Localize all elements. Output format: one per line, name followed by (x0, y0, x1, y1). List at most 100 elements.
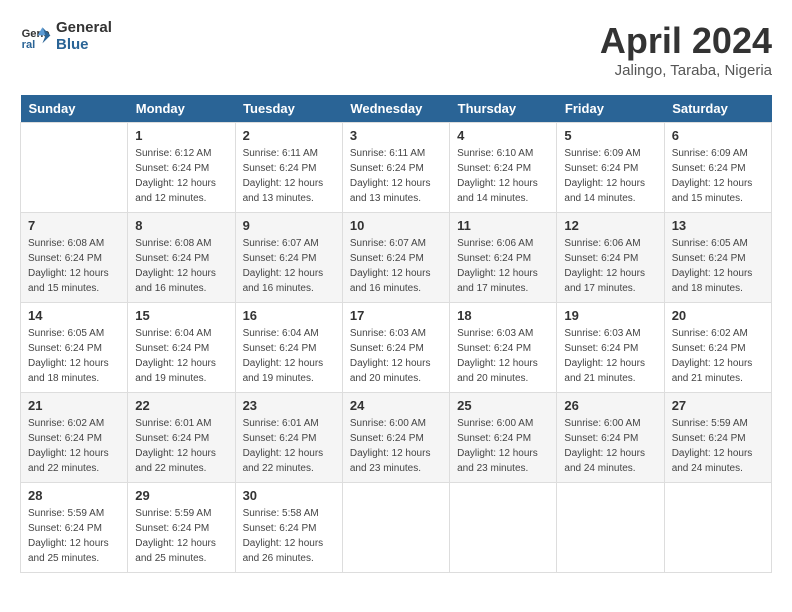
day-number: 15 (135, 308, 227, 323)
calendar-day-cell (450, 483, 557, 573)
calendar-day-cell: 20 Sunrise: 6:02 AMSunset: 6:24 PMDayligh… (664, 303, 771, 393)
day-info: Sunrise: 6:08 AMSunset: 6:24 PMDaylight:… (135, 236, 227, 296)
day-number: 20 (672, 308, 764, 323)
calendar-day-cell: 4 Sunrise: 6:10 AMSunset: 6:24 PMDaylight… (450, 123, 557, 213)
calendar-day-cell: 10 Sunrise: 6:07 AMSunset: 6:24 PMDayligh… (342, 213, 449, 303)
calendar-week-row: 21Sunrise: 6:02 AMSunset: 6:24 PMDayligh… (21, 393, 772, 483)
calendar-day-cell: 8 Sunrise: 6:08 AMSunset: 6:24 PMDaylight… (128, 213, 235, 303)
calendar-week-row: 1Sunrise: 6:12 AMSunset: 6:24 PMDaylight… (21, 123, 772, 213)
day-info: Sunrise: 6:01 AMSunset: 6:24 PMDaylight:… (135, 416, 227, 476)
location: Jalingo, Taraba, Nigeria (600, 62, 772, 79)
calendar-day-cell: 15 Sunrise: 6:04 AMSunset: 6:24 PMDayligh… (128, 303, 235, 393)
day-info: Sunrise: 6:00 AMSunset: 6:24 PMDaylight:… (564, 416, 656, 476)
weekday-header-sunday: Sunday (21, 95, 128, 123)
day-number: 17 (350, 308, 442, 323)
day-number: 2 (243, 128, 335, 143)
day-number: 5 (564, 128, 656, 143)
day-info: Sunrise: 6:06 AMSunset: 6:24 PMDaylight:… (457, 236, 549, 296)
day-number: 23 (243, 398, 335, 413)
calendar-day-cell: 3 Sunrise: 6:11 AMSunset: 6:24 PMDaylight… (342, 123, 449, 213)
calendar-day-cell: 23 Sunrise: 6:01 AMSunset: 6:24 PMDayligh… (235, 393, 342, 483)
calendar-week-row: 28 Sunrise: 5:59 AMSunset: 6:24 PMDayligh… (21, 483, 772, 573)
weekday-header-saturday: Saturday (664, 95, 771, 123)
calendar-day-cell: 26Sunrise: 6:00 AMSunset: 6:24 PMDayligh… (557, 393, 664, 483)
day-number: 24 (350, 398, 442, 413)
calendar-table: SundayMondayTuesdayWednesdayThursdayFrid… (20, 95, 772, 573)
day-info: Sunrise: 6:03 AMSunset: 6:24 PMDaylight:… (457, 326, 549, 386)
day-info: Sunrise: 5:59 AMSunset: 6:24 PMDaylight:… (28, 506, 120, 566)
day-info: Sunrise: 6:10 AMSunset: 6:24 PMDaylight:… (457, 146, 549, 206)
weekday-header-monday: Monday (128, 95, 235, 123)
month-title: April 2024 (600, 20, 772, 62)
calendar-day-cell: 5 Sunrise: 6:09 AMSunset: 6:24 PMDaylight… (557, 123, 664, 213)
day-number: 14 (28, 308, 120, 323)
day-number: 27 (672, 398, 764, 413)
logo-text-line2: Blue (56, 37, 112, 54)
calendar-day-cell (664, 483, 771, 573)
calendar-day-cell: 28 Sunrise: 5:59 AMSunset: 6:24 PMDayligh… (21, 483, 128, 573)
calendar-day-cell: 21Sunrise: 6:02 AMSunset: 6:24 PMDayligh… (21, 393, 128, 483)
calendar-day-cell: 7 Sunrise: 6:08 AMSunset: 6:24 PMDaylight… (21, 213, 128, 303)
calendar-day-cell: 2Sunrise: 6:11 AMSunset: 6:24 PMDaylight… (235, 123, 342, 213)
day-info: Sunrise: 6:07 AMSunset: 6:24 PMDaylight:… (350, 236, 442, 296)
calendar-day-cell: 12Sunrise: 6:06 AMSunset: 6:24 PMDayligh… (557, 213, 664, 303)
day-number: 9 (243, 218, 335, 233)
calendar-week-row: 14 Sunrise: 6:05 AMSunset: 6:24 PMDayligh… (21, 303, 772, 393)
calendar-day-cell: 30 Sunrise: 5:58 AMSunset: 6:24 PMDayligh… (235, 483, 342, 573)
calendar-day-cell: 22Sunrise: 6:01 AMSunset: 6:24 PMDayligh… (128, 393, 235, 483)
day-info: Sunrise: 5:58 AMSunset: 6:24 PMDaylight:… (243, 506, 335, 566)
day-number: 10 (350, 218, 442, 233)
calendar-day-cell: 18 Sunrise: 6:03 AMSunset: 6:24 PMDayligh… (450, 303, 557, 393)
logo-text-line1: General (56, 20, 112, 37)
page-header: Gene ral General Blue April 2024 Jalingo… (20, 20, 772, 79)
weekday-header-wednesday: Wednesday (342, 95, 449, 123)
day-info: Sunrise: 6:08 AMSunset: 6:24 PMDaylight:… (28, 236, 120, 296)
calendar-day-cell: 6 Sunrise: 6:09 AMSunset: 6:24 PMDaylight… (664, 123, 771, 213)
calendar-day-cell: 16 Sunrise: 6:04 AMSunset: 6:24 PMDayligh… (235, 303, 342, 393)
day-number: 18 (457, 308, 549, 323)
calendar-day-cell: 9 Sunrise: 6:07 AMSunset: 6:24 PMDaylight… (235, 213, 342, 303)
calendar-day-cell: 1Sunrise: 6:12 AMSunset: 6:24 PMDaylight… (128, 123, 235, 213)
calendar-day-cell: 27 Sunrise: 5:59 AMSunset: 6:24 PMDayligh… (664, 393, 771, 483)
day-info: Sunrise: 6:04 AMSunset: 6:24 PMDaylight:… (243, 326, 335, 386)
day-number: 16 (243, 308, 335, 323)
day-info: Sunrise: 5:59 AMSunset: 6:24 PMDaylight:… (672, 416, 764, 476)
day-number: 7 (28, 218, 120, 233)
day-info: Sunrise: 6:07 AMSunset: 6:24 PMDaylight:… (243, 236, 335, 296)
day-info: Sunrise: 6:09 AMSunset: 6:24 PMDaylight:… (672, 146, 764, 206)
calendar-day-cell (342, 483, 449, 573)
calendar-day-cell: 17Sunrise: 6:03 AMSunset: 6:24 PMDayligh… (342, 303, 449, 393)
day-info: Sunrise: 6:02 AMSunset: 6:24 PMDaylight:… (672, 326, 764, 386)
weekday-header-friday: Friday (557, 95, 664, 123)
day-info: Sunrise: 6:00 AMSunset: 6:24 PMDaylight:… (457, 416, 549, 476)
day-number: 8 (135, 218, 227, 233)
calendar-day-cell: 25Sunrise: 6:00 AMSunset: 6:24 PMDayligh… (450, 393, 557, 483)
calendar-day-cell: 13Sunrise: 6:05 AMSunset: 6:24 PMDayligh… (664, 213, 771, 303)
day-number: 4 (457, 128, 549, 143)
day-number: 3 (350, 128, 442, 143)
day-number: 28 (28, 488, 120, 503)
day-info: Sunrise: 6:05 AMSunset: 6:24 PMDaylight:… (28, 326, 120, 386)
day-info: Sunrise: 6:11 AMSunset: 6:24 PMDaylight:… (350, 146, 442, 206)
logo-icon: Gene ral (20, 21, 52, 53)
calendar-day-cell: 11 Sunrise: 6:06 AMSunset: 6:24 PMDayligh… (450, 213, 557, 303)
day-info: Sunrise: 6:09 AMSunset: 6:24 PMDaylight:… (564, 146, 656, 206)
day-number: 6 (672, 128, 764, 143)
day-number: 30 (243, 488, 335, 503)
day-info: Sunrise: 6:01 AMSunset: 6:24 PMDaylight:… (243, 416, 335, 476)
calendar-day-cell: 24 Sunrise: 6:00 AMSunset: 6:24 PMDayligh… (342, 393, 449, 483)
day-number: 11 (457, 218, 549, 233)
weekday-header-tuesday: Tuesday (235, 95, 342, 123)
day-info: Sunrise: 6:04 AMSunset: 6:24 PMDaylight:… (135, 326, 227, 386)
calendar-day-cell (557, 483, 664, 573)
svg-text:ral: ral (22, 39, 36, 51)
day-info: Sunrise: 6:06 AMSunset: 6:24 PMDaylight:… (564, 236, 656, 296)
calendar-day-cell (21, 123, 128, 213)
day-info: Sunrise: 6:00 AMSunset: 6:24 PMDaylight:… (350, 416, 442, 476)
day-number: 19 (564, 308, 656, 323)
day-number: 21 (28, 398, 120, 413)
day-info: Sunrise: 6:05 AMSunset: 6:24 PMDaylight:… (672, 236, 764, 296)
weekday-header-row: SundayMondayTuesdayWednesdayThursdayFrid… (21, 95, 772, 123)
title-block: April 2024 Jalingo, Taraba, Nigeria (600, 20, 772, 79)
weekday-header-thursday: Thursday (450, 95, 557, 123)
